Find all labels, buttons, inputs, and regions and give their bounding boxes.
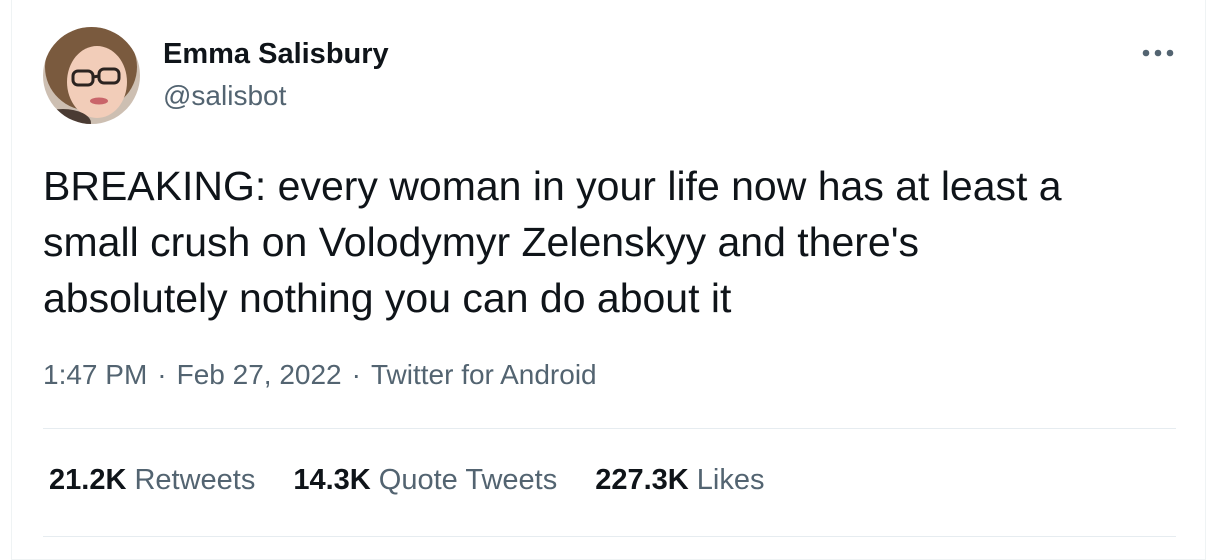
more-horizontal-icon xyxy=(1142,49,1174,57)
avatar[interactable] xyxy=(43,27,140,124)
quote-tweets-stat[interactable]: 14.3K Quote Tweets xyxy=(293,464,557,497)
tweet-stats: 21.2K Retweets 14.3K Quote Tweets 227.3K… xyxy=(49,464,802,497)
retweets-count: 21.2K xyxy=(49,464,127,496)
more-options-button[interactable] xyxy=(1138,38,1178,68)
divider xyxy=(43,428,1176,429)
author-name[interactable]: Emma Salisbury xyxy=(163,38,389,71)
quote-tweets-label: Quote Tweets xyxy=(378,464,558,496)
tweet-date-link[interactable]: Feb 27, 2022 xyxy=(177,359,342,390)
quote-tweets-count: 14.3K xyxy=(293,464,371,496)
meta-separator: · xyxy=(351,359,361,390)
likes-label: Likes xyxy=(696,464,765,496)
divider xyxy=(43,536,1176,537)
retweets-stat[interactable]: 21.2K Retweets xyxy=(49,464,255,497)
likes-stat[interactable]: 227.3K Likes xyxy=(595,464,764,497)
tweet-text: BREAKING: every woman in your life now h… xyxy=(43,163,1062,321)
likes-count: 227.3K xyxy=(595,464,689,496)
author-handle[interactable]: @salisbot xyxy=(163,80,286,112)
tweet-source-link[interactable]: Twitter for Android xyxy=(371,359,597,390)
tweet-time-link[interactable]: 1:47 PM xyxy=(43,359,147,390)
avatar-photo xyxy=(43,27,140,124)
retweets-label: Retweets xyxy=(134,464,256,496)
tweet-metadata: 1:47 PM · Feb 27, 2022 · Twitter for Android xyxy=(43,359,597,391)
meta-separator: · xyxy=(157,359,167,390)
